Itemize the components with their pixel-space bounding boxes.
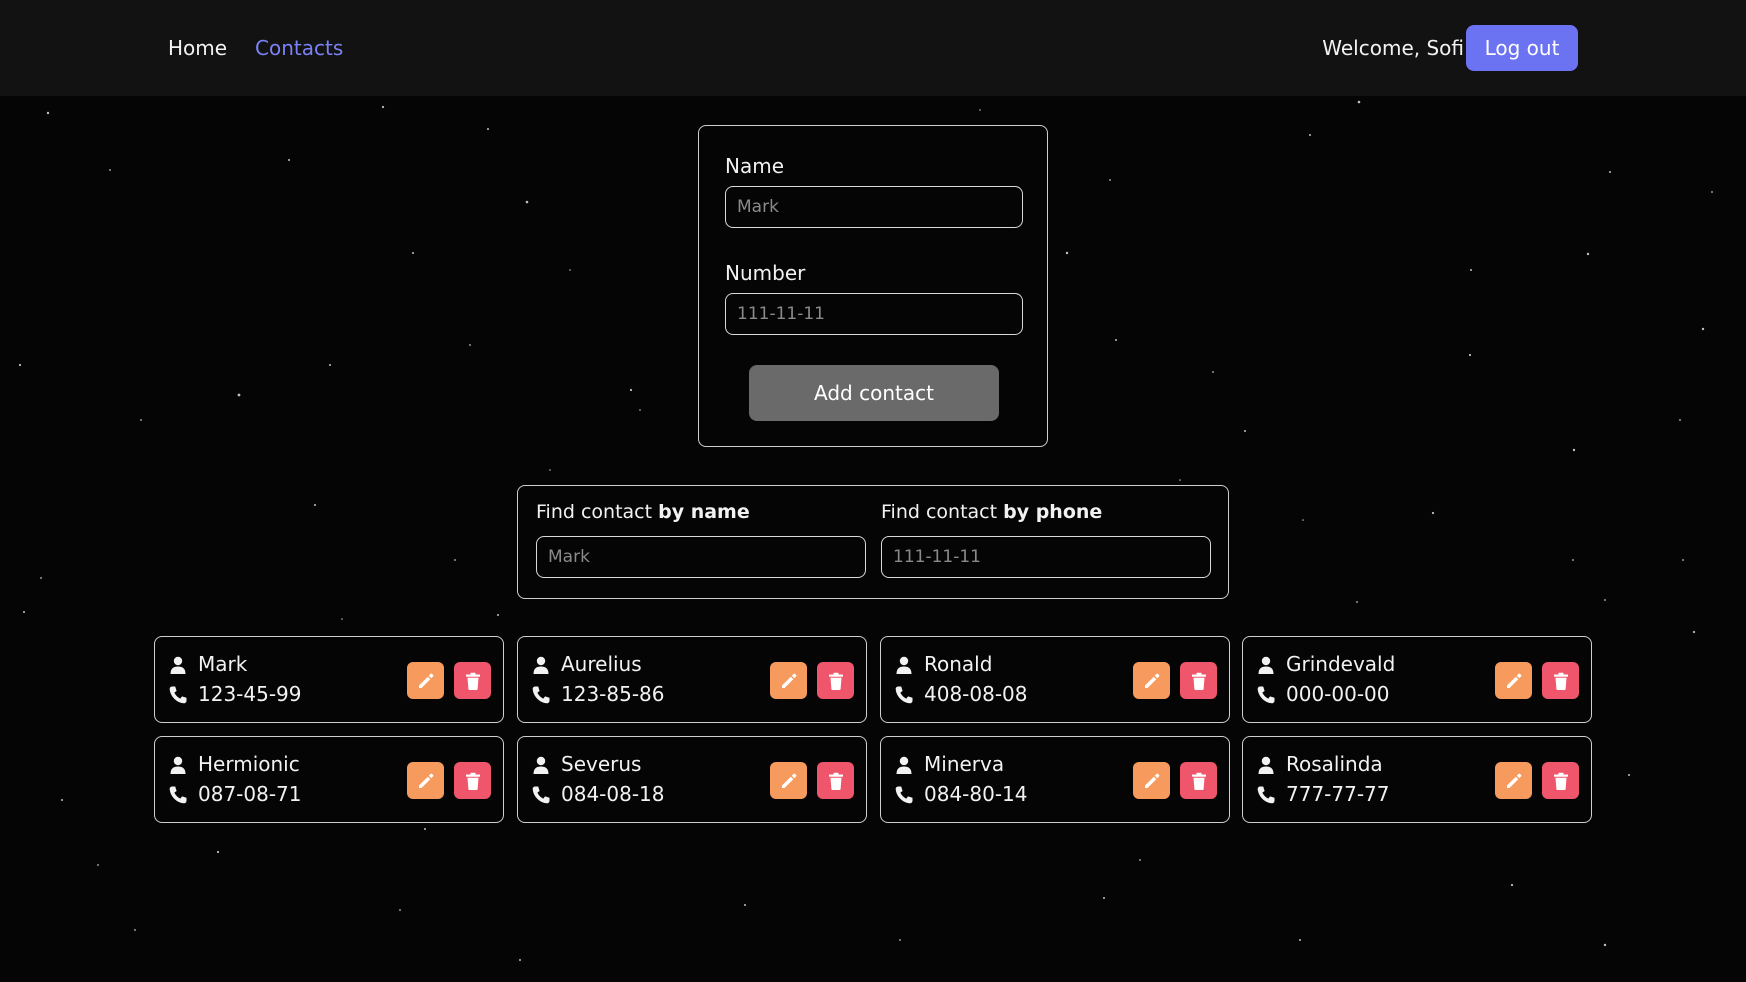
phone-icon [168,685,188,705]
contact-phone: 777-77-77 [1286,782,1390,806]
edit-contact-button[interactable] [770,662,807,699]
contact-card: Minerva 084-80-14 [880,736,1230,823]
contact-card: Rosalinda 777-77-77 [1242,736,1592,823]
contact-name: Rosalinda [1286,752,1383,776]
filter-by-phone-label: Find contact by phone [881,501,1103,523]
delete-contact-button[interactable] [1542,662,1579,699]
pencil-icon [1504,671,1524,691]
contact-phone: 087-08-71 [198,782,302,806]
trash-icon [463,771,483,791]
add-contact-button[interactable]: Add contact [749,365,999,421]
nav-contacts-link[interactable]: Contacts [255,36,343,60]
filter-phone-input[interactable] [881,536,1211,578]
pencil-icon [1142,771,1162,791]
pencil-icon [1504,771,1524,791]
trash-icon [1551,771,1571,791]
edit-contact-button[interactable] [1495,762,1532,799]
edit-contact-button[interactable] [770,762,807,799]
person-icon [894,755,914,775]
trash-icon [826,671,846,691]
edit-contact-button[interactable] [1495,662,1532,699]
phone-icon [894,785,914,805]
name-label: Name [725,154,785,178]
delete-contact-button[interactable] [454,662,491,699]
add-contact-form: Name Number Add contact [698,125,1048,447]
number-input[interactable] [725,293,1023,335]
phone-icon [1256,785,1276,805]
contact-phone: 123-85-86 [561,682,665,706]
contact-name: Ronald [924,652,993,676]
name-input[interactable] [725,186,1023,228]
contact-card: Grindevald 000-00-00 [1242,636,1592,723]
phone-icon [1256,685,1276,705]
trash-icon [1551,671,1571,691]
person-icon [1256,655,1276,675]
pencil-icon [779,771,799,791]
contact-phone: 084-08-18 [561,782,665,806]
logout-button[interactable]: Log out [1466,25,1578,71]
edit-contact-button[interactable] [1133,662,1170,699]
contact-name: Aurelius [561,652,642,676]
phone-icon [531,785,551,805]
edit-contact-button[interactable] [407,662,444,699]
phone-icon [168,785,188,805]
delete-contact-button[interactable] [817,662,854,699]
delete-contact-button[interactable] [1180,662,1217,699]
person-icon [531,755,551,775]
nav-home-link[interactable]: Home [168,36,227,60]
phone-icon [531,685,551,705]
person-icon [168,755,188,775]
trash-icon [463,671,483,691]
contact-phone: 084-80-14 [924,782,1028,806]
contact-name: Grindevald [1286,652,1396,676]
trash-icon [1189,771,1209,791]
contact-card: Aurelius 123-85-86 [517,636,867,723]
phone-icon [894,685,914,705]
contact-name: Minerva [924,752,1005,776]
pencil-icon [779,671,799,691]
pencil-icon [1142,671,1162,691]
contact-phone: 123-45-99 [198,682,302,706]
contact-card: Hermionic 087-08-71 [154,736,504,823]
person-icon [894,655,914,675]
contact-card: Ronald 408-08-08 [880,636,1230,723]
delete-contact-button[interactable] [1542,762,1579,799]
contact-card: Severus 084-08-18 [517,736,867,823]
contact-name: Severus [561,752,642,776]
top-navbar: Home Contacts Welcome, Sofi Log out [0,0,1746,96]
delete-contact-button[interactable] [1180,762,1217,799]
number-label: Number [725,261,806,285]
pencil-icon [416,771,436,791]
pencil-icon [416,671,436,691]
filter-panel: Find contact by name Find contact by pho… [517,485,1229,599]
trash-icon [826,771,846,791]
edit-contact-button[interactable] [1133,762,1170,799]
person-icon [1256,755,1276,775]
edit-contact-button[interactable] [407,762,444,799]
contact-name: Hermionic [198,752,300,776]
contact-card: Mark 123-45-99 [154,636,504,723]
filter-by-name-label: Find contact by name [536,501,750,523]
delete-contact-button[interactable] [817,762,854,799]
contact-phone: 408-08-08 [924,682,1028,706]
contact-name: Mark [198,652,248,676]
person-icon [531,655,551,675]
welcome-text: Welcome, Sofi [1322,36,1464,60]
contact-phone: 000-00-00 [1286,682,1390,706]
filter-name-input[interactable] [536,536,866,578]
trash-icon [1189,671,1209,691]
person-icon [168,655,188,675]
delete-contact-button[interactable] [454,762,491,799]
